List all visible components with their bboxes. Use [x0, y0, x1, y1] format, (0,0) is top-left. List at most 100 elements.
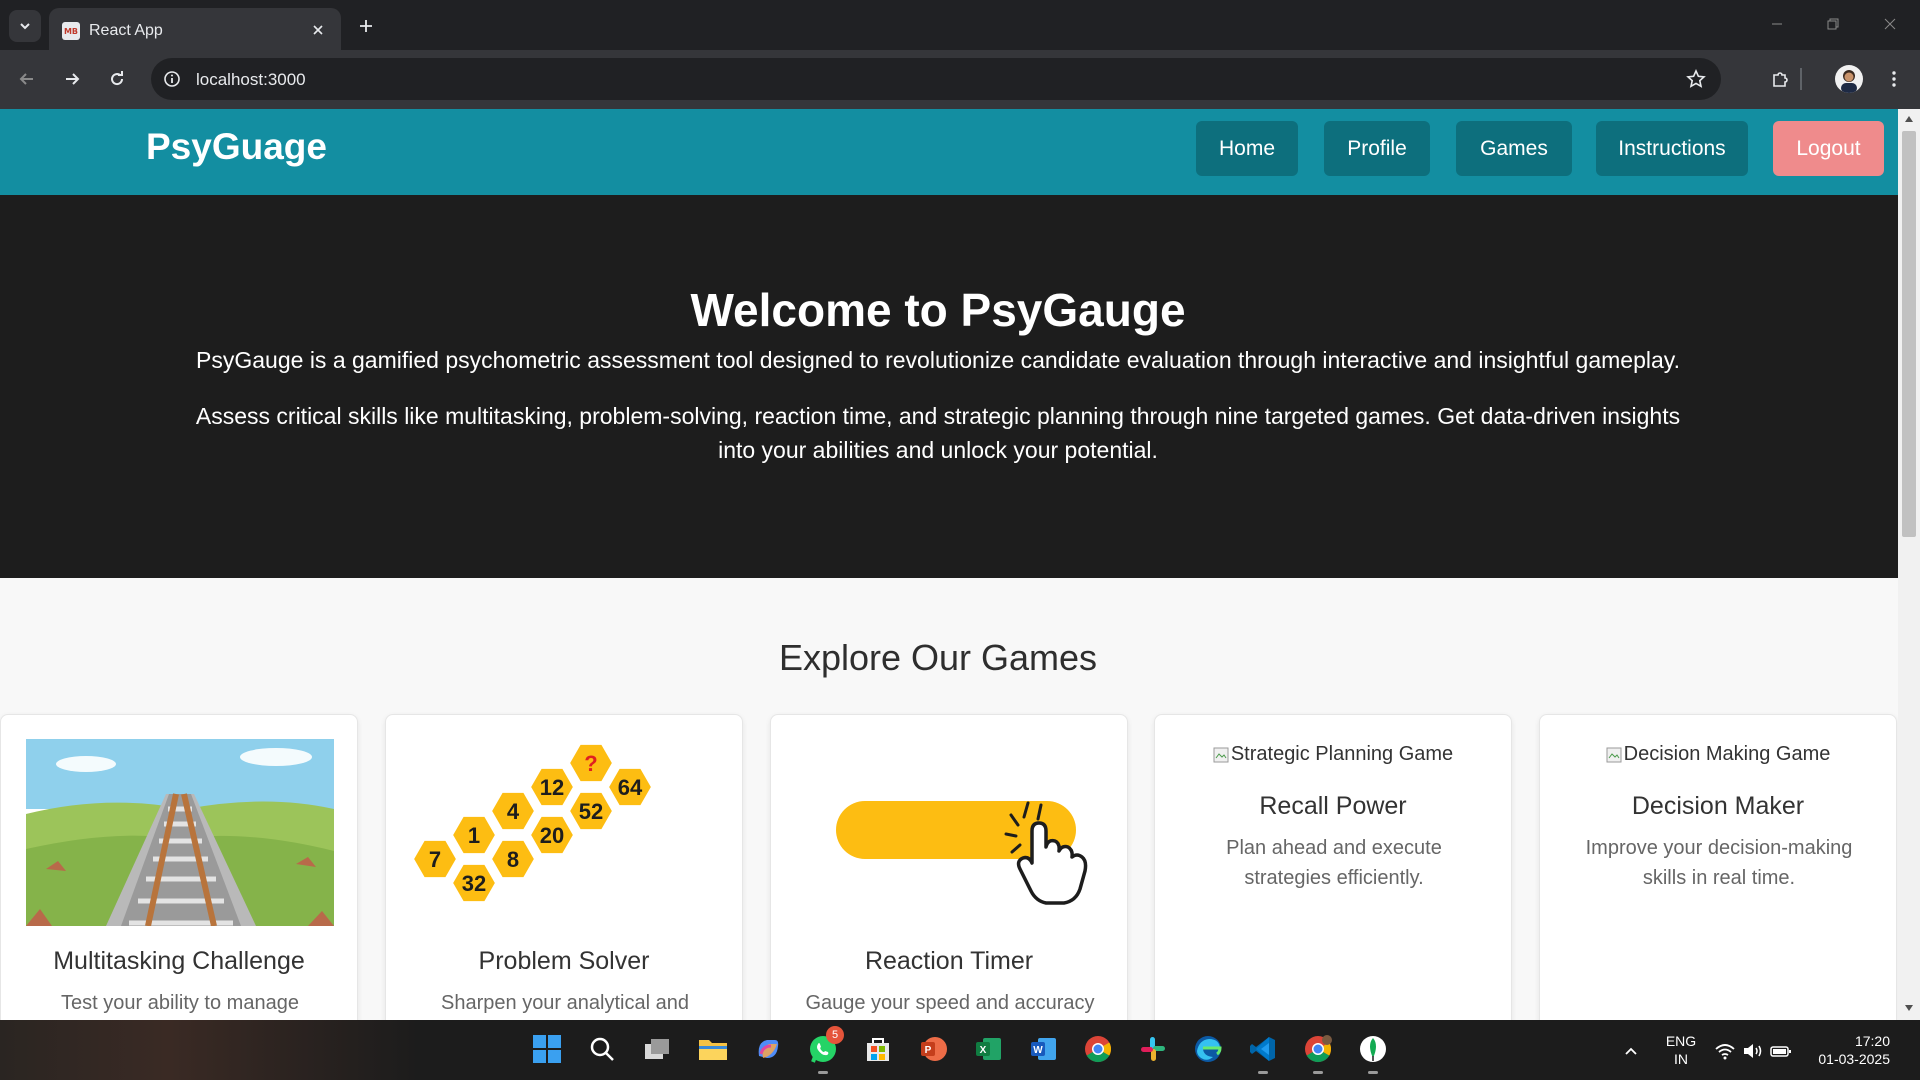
page-viewport: PsyGuage Home Profile Games Instructions… — [0, 109, 1898, 1020]
restore-icon — [1827, 18, 1839, 30]
clock-time: 17:20 — [1854, 1033, 1890, 1049]
info-icon — [164, 71, 180, 87]
vscode-icon — [1250, 1037, 1275, 1061]
word-icon: W — [1031, 1038, 1056, 1060]
close-icon — [313, 25, 323, 35]
chrome-icon — [1085, 1036, 1112, 1063]
taskbar-slack[interactable] — [1134, 1030, 1172, 1068]
nav-games-button[interactable]: Games — [1456, 121, 1572, 176]
arrow-left-icon — [19, 73, 33, 85]
broken-image-alt: Strategic Planning Game — [1155, 743, 1511, 766]
svg-text:X: X — [980, 1045, 987, 1056]
page-scrollbar[interactable] — [1898, 109, 1920, 1020]
running-indicator — [1368, 1071, 1378, 1074]
caret-down-icon — [1905, 1005, 1913, 1011]
taskbar-search-button[interactable] — [583, 1030, 621, 1068]
browser-menu-button[interactable] — [1879, 64, 1909, 94]
hero-description: PsyGauge is a gamified psychometric asse… — [196, 347, 1680, 373]
scroll-thumb[interactable] — [1902, 131, 1916, 537]
powerpoint-icon: P — [921, 1037, 947, 1061]
hexagon-number: 20 — [540, 823, 564, 848]
browser-tab[interactable]: MB React App — [49, 8, 341, 50]
site-info-button[interactable] — [161, 68, 183, 90]
image-alt-text: Decision Making Game — [1623, 743, 1831, 765]
copilot-icon — [758, 1040, 779, 1058]
game-card-multitasking[interactable]: Multitasking Challenge Test your ability… — [0, 714, 358, 1020]
taskbar-powerpoint[interactable]: P — [914, 1030, 952, 1068]
svg-text:P: P — [925, 1045, 932, 1056]
reload-button[interactable] — [102, 64, 132, 94]
game-card-recall-power[interactable]: Strategic Planning Game Recall Power Pla… — [1154, 714, 1512, 1020]
taskbar-whatsapp[interactable]: 5 — [804, 1026, 844, 1074]
wifi-icon — [1715, 1044, 1735, 1060]
taskbar-chrome[interactable] — [1079, 1030, 1117, 1068]
hero-subdescription: Assess critical skills like multitasking… — [195, 403, 1681, 463]
nav-home-button[interactable]: Home — [1196, 121, 1298, 176]
game-card-description: Test your ability to manage — [61, 992, 299, 1014]
edge-icon — [1195, 1036, 1222, 1062]
nav-profile-button[interactable]: Profile — [1324, 121, 1430, 176]
taskbar-vscode[interactable] — [1244, 1030, 1282, 1074]
games-section-heading: Explore Our Games — [778, 637, 1098, 678]
task-view-button[interactable] — [638, 1030, 676, 1068]
taskbar-chrome-profile[interactable] — [1299, 1030, 1337, 1074]
tab-strip: MB React App — [0, 0, 1920, 50]
taskbar-microsoft-store[interactable] — [859, 1030, 897, 1068]
profile-avatar[interactable] — [1835, 65, 1863, 93]
start-button[interactable] — [528, 1030, 566, 1068]
clock[interactable]: 17:20 01-03-2025 — [1810, 1032, 1890, 1068]
show-hidden-icons-button[interactable] — [1612, 1032, 1650, 1070]
minimize-button[interactable] — [1762, 12, 1792, 36]
game-card-reaction-timer[interactable]: Reaction Timer Gauge your speed and accu… — [770, 714, 1128, 1020]
taskbar-word[interactable]: W — [1024, 1030, 1062, 1068]
scroll-up-arrow[interactable] — [1903, 113, 1915, 125]
tab-close-button[interactable] — [307, 19, 329, 41]
tab-search-button[interactable] — [9, 10, 41, 42]
chevron-down-icon — [20, 23, 30, 30]
back-button[interactable] — [12, 64, 42, 94]
running-indicator — [1313, 1071, 1323, 1074]
taskbar-excel[interactable]: X — [969, 1030, 1007, 1068]
restore-button[interactable] — [1818, 12, 1848, 36]
browser-window-chrome: MB React App localhost:3000 — [0, 0, 1920, 109]
hexagon-number: 4 — [507, 799, 520, 824]
running-indicator — [1258, 1071, 1268, 1074]
tap-button-image — [796, 739, 1104, 926]
nav-instructions-button[interactable]: Instructions — [1596, 121, 1748, 176]
address-bar[interactable]: localhost:3000 — [151, 58, 1721, 100]
slack-icon — [1141, 1037, 1165, 1061]
hexagon-number: 8 — [507, 847, 519, 872]
hexagon-number: ? — [584, 751, 597, 776]
new-tab-button[interactable] — [352, 12, 380, 40]
svg-text:W: W — [1033, 1045, 1043, 1056]
extensions-button[interactable] — [1766, 64, 1796, 94]
game-card-description: Sharpen your analytical and — [441, 992, 689, 1014]
game-card-decision-maker[interactable]: Decision Making Game Decision Maker Impr… — [1539, 714, 1897, 1020]
bookmark-button[interactable] — [1685, 68, 1707, 90]
forward-button[interactable] — [57, 64, 87, 94]
hexagon-number: 7 — [429, 847, 441, 872]
taskbar-copilot[interactable] — [749, 1030, 787, 1068]
taskbar-mongodb-compass[interactable] — [1354, 1030, 1392, 1074]
browser-toolbar: localhost:3000 — [0, 50, 1920, 109]
game-card-problem-solver[interactable]: ? 64 12 52 4 20 1 8 7 32 Problem Solver Sharpen y… — [385, 714, 743, 1020]
broken-image-alt: Decision Making Game — [1540, 743, 1896, 766]
taskbar-file-explorer[interactable] — [694, 1030, 732, 1068]
close-window-button[interactable] — [1875, 12, 1905, 36]
system-status-tray[interactable] — [1708, 1032, 1798, 1070]
scroll-down-arrow[interactable] — [1903, 1002, 1915, 1014]
hero-title: Welcome to PsyGauge — [690, 284, 1186, 336]
toolbar-divider — [1800, 68, 1802, 90]
plus-icon — [360, 20, 372, 32]
taskbar-edge[interactable] — [1189, 1030, 1227, 1068]
task-view-icon — [645, 1039, 669, 1059]
mongodb-leaf-icon — [1360, 1036, 1386, 1062]
hexagon-number: 32 — [462, 871, 486, 896]
tab-title: React App — [89, 22, 163, 39]
game-card-title: Multitasking Challenge — [53, 947, 305, 975]
broken-image-icon — [1606, 747, 1622, 762]
search-icon — [590, 1037, 614, 1061]
nav-logout-button[interactable]: Logout — [1773, 121, 1884, 176]
language-indicator[interactable]: ENG IN — [1660, 1032, 1702, 1068]
site-brand[interactable]: PsyGuage — [146, 126, 327, 168]
